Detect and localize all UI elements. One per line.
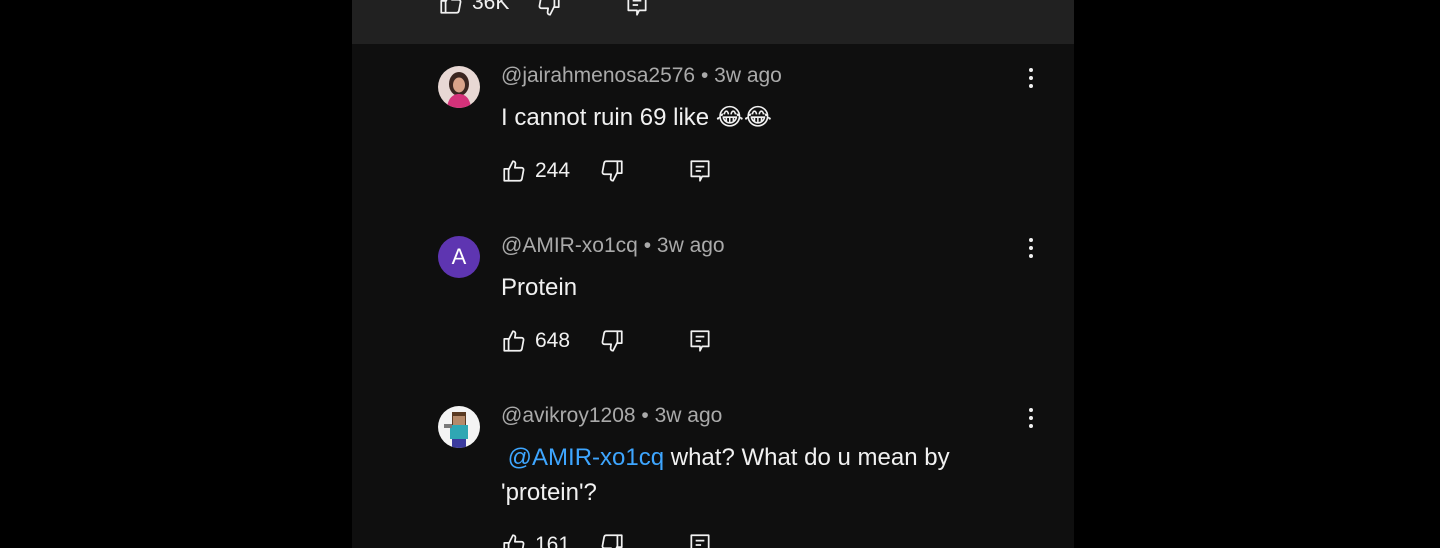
comment-time[interactable]: 3w ago [655, 404, 723, 427]
mention-link[interactable]: @AMIR-xo1cq [508, 444, 664, 471]
dislike-button[interactable] [599, 532, 625, 548]
like-button[interactable]: 36K [438, 0, 509, 16]
reply-button[interactable] [687, 328, 713, 354]
reply-button[interactable] [624, 0, 650, 18]
reply-button[interactable] [687, 532, 713, 548]
thumbs-down-icon [538, 0, 560, 16]
comment-actions: 244 [501, 158, 761, 188]
meta-separator: • [635, 404, 655, 427]
comment-author[interactable]: @AMIR-xo1cq [501, 234, 638, 257]
minecraft-avatar-icon [438, 406, 480, 448]
like-count: 648 [535, 329, 571, 352]
meta-separator: • [637, 234, 657, 257]
comment-author[interactable]: @jairahmenosa2576 [501, 64, 695, 87]
comment-text: @AMIR-xo1cq what? What do u mean by 'pro… [501, 440, 971, 510]
comment-text: I cannot ruin 69 like 😂😂 [501, 104, 772, 131]
comment-actions: 648 [501, 328, 761, 358]
comment-meta: @avikroy1208 • 3w ago [501, 404, 722, 428]
like-count: 244 [535, 159, 571, 182]
dislike-button[interactable] [599, 328, 625, 354]
comment-meta: @AMIR-xo1cq • 3w ago [501, 234, 725, 258]
more-options-button[interactable] [1021, 404, 1041, 432]
avatar[interactable] [438, 66, 480, 108]
like-count: 36K [472, 0, 510, 14]
video-actions-bar: 36K [352, 0, 1074, 44]
more-options-button[interactable] [1021, 64, 1041, 92]
meta-separator: • [695, 64, 715, 87]
thumbs-up-icon [440, 0, 462, 14]
like-button[interactable]: 648 [501, 328, 570, 354]
comment-time[interactable]: 3w ago [657, 234, 725, 257]
thumbs-down-icon [601, 160, 623, 182]
comment-actions: 161 [501, 532, 761, 548]
reply-button[interactable] [687, 158, 713, 184]
like-button[interactable]: 161 [501, 532, 570, 548]
like-button[interactable]: 244 [501, 158, 570, 184]
dislike-button[interactable] [536, 0, 562, 18]
thumbs-up-icon [503, 330, 525, 352]
user-photo-avatar-icon [438, 66, 480, 108]
reply-icon [690, 160, 710, 182]
thumbs-down-icon [601, 534, 623, 548]
comment-meta: @jairahmenosa2576 • 3w ago [501, 64, 782, 88]
reply-icon [690, 330, 710, 352]
avatar[interactable] [438, 406, 480, 448]
comment-author[interactable]: @avikroy1208 [501, 404, 636, 427]
comment-time[interactable]: 3w ago [714, 64, 782, 87]
dislike-button[interactable] [599, 158, 625, 184]
thumbs-up-icon [503, 534, 525, 548]
reply-icon [627, 0, 647, 16]
like-count: 161 [535, 533, 571, 548]
thumbs-up-icon [503, 160, 525, 182]
more-options-button[interactable] [1021, 234, 1041, 262]
reply-icon [690, 534, 710, 548]
avatar[interactable]: A [438, 236, 480, 278]
comments-panel: 36K @jairahmenosa2576 • 3w ago I cannot … [352, 0, 1074, 548]
thumbs-down-icon [601, 330, 623, 352]
comment-text: Protein [501, 274, 578, 301]
